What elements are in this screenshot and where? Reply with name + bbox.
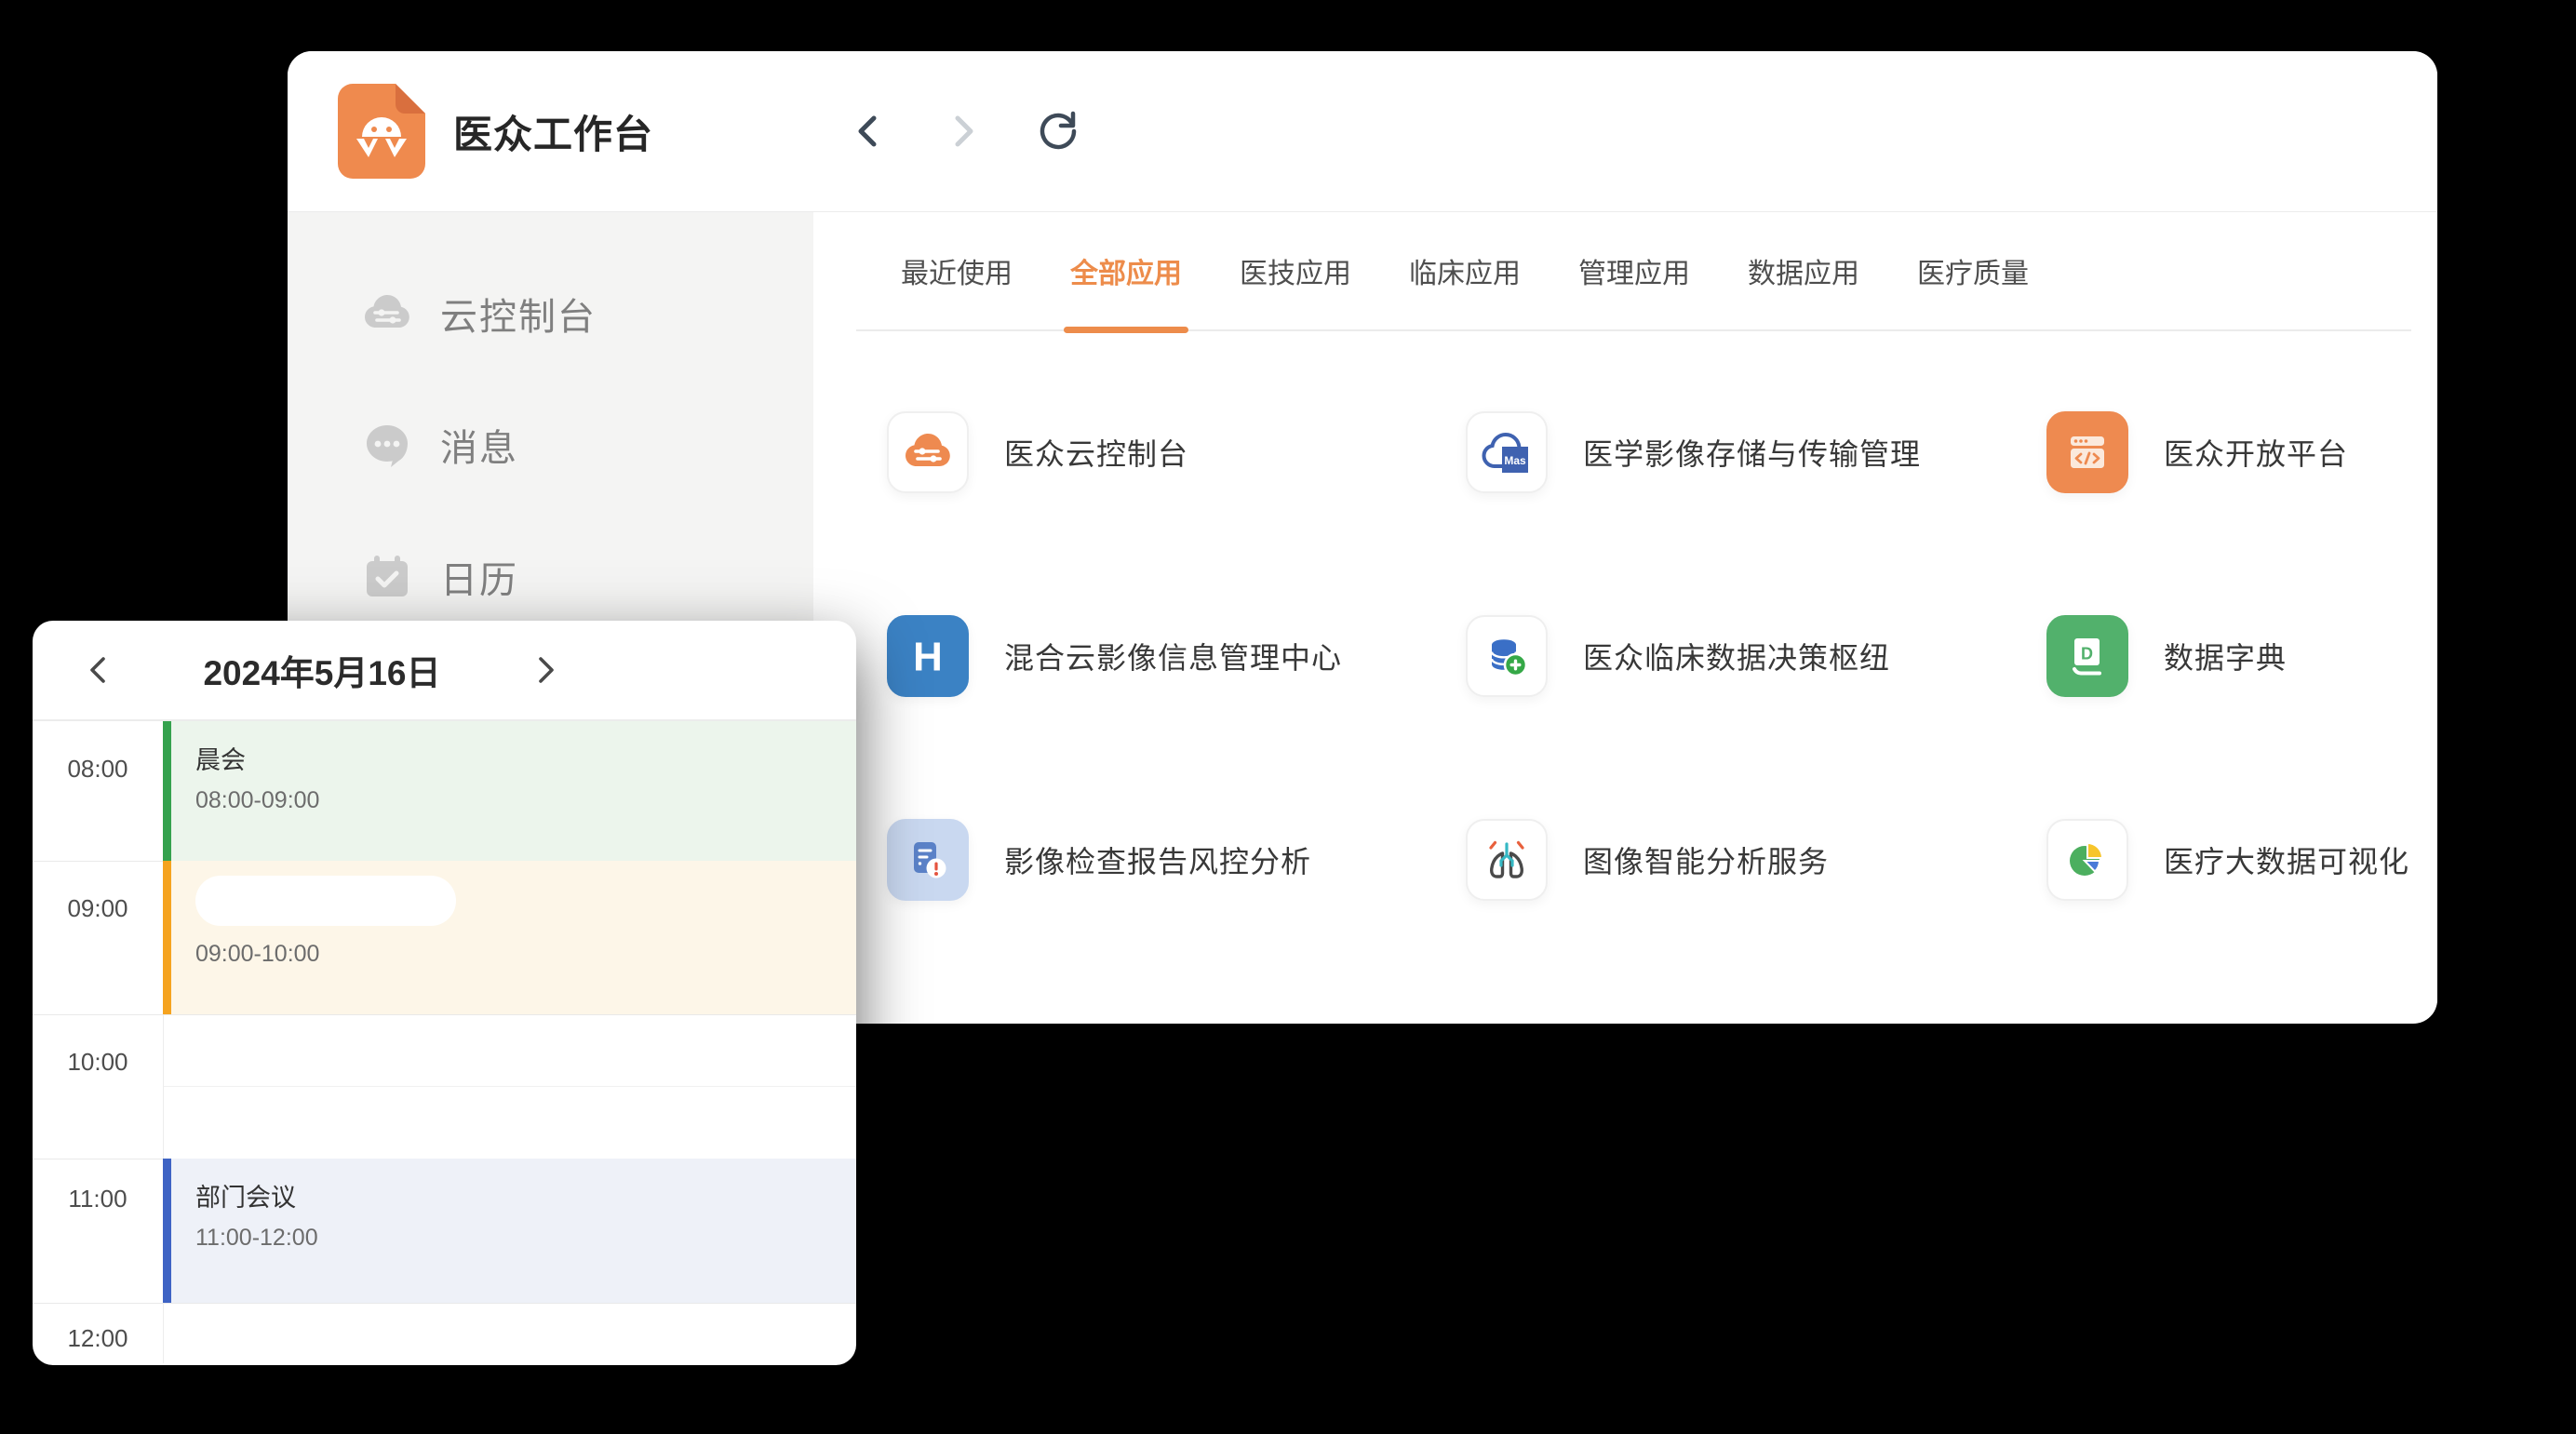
tab-medtech-apps[interactable]: 医技应用 (1240, 212, 1351, 329)
app-report-risk-analysis[interactable]: 影像检查报告风控分析 (887, 819, 1466, 901)
app-title: 医众工作台 (453, 103, 653, 160)
chevron-left-icon (850, 111, 887, 152)
tab-admin-apps[interactable]: 管理应用 (1578, 212, 1690, 329)
nav-back-button[interactable] (842, 105, 894, 157)
calendar-panel: 2024年5月16日 08:00 09:00 10:00 11:00 12:00… (33, 621, 856, 1365)
app-label: 混合云影像信息管理中心 (1004, 635, 1342, 677)
message-bubble-icon (360, 418, 414, 472)
hour-gridline (33, 1014, 856, 1015)
sidebar-item-calendar[interactable]: 日历 (288, 529, 813, 625)
nav-forward-button[interactable] (937, 105, 989, 157)
event-title: 部门会议 (195, 1177, 856, 1213)
event-department-meeting[interactable]: 部门会议 11:00-12:00 (163, 1159, 856, 1303)
redacted-title-pill (195, 876, 456, 926)
window-header: 医众工作台 (288, 51, 2437, 212)
tab-data-apps[interactable]: 数据应用 (1748, 212, 1859, 329)
event-morning-meeting[interactable]: 晨会 08:00-09:00 (163, 721, 856, 861)
tab-all-apps[interactable]: 全部应用 (1070, 212, 1182, 329)
calendar-check-icon (360, 550, 414, 604)
orange-code-window-icon (2046, 411, 2128, 493)
app-label: 医众开放平台 (2164, 431, 2348, 474)
tabs-bar: 最近使用 全部应用 医技应用 临床应用 管理应用 数据应用 医疗质量 (856, 212, 2411, 331)
app-image-ai-analysis[interactable]: 图像智能分析服务 (1466, 819, 2046, 901)
app-bigdata-visualization[interactable]: 医疗大数据可视化 (2046, 819, 2409, 901)
refresh-icon (1035, 108, 1081, 154)
h-badge: H (913, 634, 943, 679)
sidebar-item-cloud-console[interactable]: 云控制台 (288, 265, 813, 362)
app-cloud-console[interactable]: 医众云控制台 (887, 411, 1466, 493)
chevron-left-icon (84, 651, 112, 689)
app-open-platform[interactable]: 医众开放平台 (2046, 411, 2409, 493)
database-plus-icon (1466, 615, 1548, 697)
lungs-icon (1466, 819, 1548, 901)
app-image-storage[interactable]: Mas 医学影像存储与传输管理 (1466, 411, 2046, 493)
app-label: 图像智能分析服务 (1583, 838, 1829, 881)
blue-h-icon: H (887, 615, 969, 697)
tab-quality[interactable]: 医疗质量 (1917, 212, 2029, 329)
apps-grid: 医众云控制台 Mas 医学影像存储与传输管理 (887, 411, 2409, 901)
sidebar-item-label: 消息 (440, 418, 518, 472)
tab-recent[interactable]: 最近使用 (901, 212, 1013, 329)
app-logo-icon (338, 84, 425, 179)
sidebar-item-label: 日历 (440, 550, 518, 604)
event-time: 11:00-12:00 (195, 1225, 856, 1252)
blue-cloud-mas-icon: Mas (1466, 411, 1548, 493)
d-badge: D (2081, 645, 2093, 663)
event-time: 09:00-10:00 (195, 941, 856, 968)
calendar-date: 2024年5月16日 (122, 645, 522, 695)
app-label: 医众临床数据决策枢纽 (1583, 635, 1890, 677)
app-label: 医疗大数据可视化 (2164, 838, 2409, 881)
nav-refresh-button[interactable] (1032, 105, 1084, 157)
app-clinical-data-hub[interactable]: 医众临床数据决策枢纽 (1466, 615, 2046, 697)
cloud-icon (360, 287, 414, 341)
app-label: 影像检查报告风控分析 (1004, 838, 1311, 881)
event-title: 晨会 (195, 740, 856, 776)
calendar-prev-day-button[interactable] (74, 646, 122, 694)
app-label: 医众云控制台 (1004, 431, 1188, 474)
calendar-header: 2024年5月16日 (33, 621, 856, 721)
calendar-next-day-button[interactable] (522, 646, 570, 694)
event-redacted[interactable]: 09:00-10:00 (163, 861, 856, 1014)
mas-badge: Mas (1504, 454, 1526, 467)
tab-clinical-apps[interactable]: 临床应用 (1409, 212, 1521, 329)
time-label: 10:00 (33, 1048, 163, 1077)
chevron-right-icon (945, 111, 982, 152)
pie-chart-icon (2046, 819, 2128, 901)
apps-content: 最近使用 全部应用 医技应用 临床应用 管理应用 数据应用 医疗质量 (813, 212, 2437, 1023)
app-label: 数据字典 (2164, 635, 2287, 677)
time-label: 12:00 (33, 1324, 163, 1353)
green-dictionary-icon: D (2046, 615, 2128, 697)
browser-nav (842, 51, 1084, 211)
desktop-background: 医众工作台 (0, 0, 2576, 1434)
app-data-dictionary[interactable]: D 数据字典 (2046, 615, 2409, 697)
report-alert-icon (887, 819, 969, 901)
app-hybrid-cloud-center[interactable]: H 混合云影像信息管理中心 (887, 615, 1466, 697)
sidebar-item-label: 云控制台 (440, 287, 597, 341)
event-time: 08:00-09:00 (195, 787, 856, 814)
hour-gridline (33, 1303, 856, 1304)
time-label: 09:00 (33, 894, 163, 923)
time-label: 11:00 (33, 1185, 163, 1213)
chevron-right-icon (532, 651, 560, 689)
sidebar-item-messages[interactable]: 消息 (288, 396, 813, 493)
orange-cloud-sliders-icon (887, 411, 969, 493)
app-label: 医学影像存储与传输管理 (1583, 431, 1921, 474)
calendar-day-grid: 08:00 09:00 10:00 11:00 12:00 晨会 08:00-0… (33, 721, 856, 1363)
time-label: 08:00 (33, 755, 163, 784)
half-hour-gridline (164, 1086, 856, 1087)
